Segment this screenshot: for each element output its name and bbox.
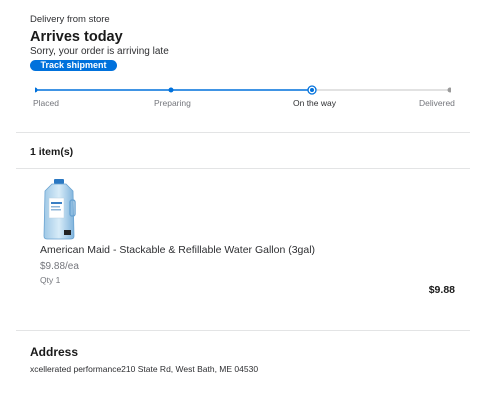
delay-status-message: Sorry, your order is arriving late: [30, 46, 169, 57]
water-jug-image[interactable]: [40, 178, 78, 240]
step-dot-on-the-way-inner: [310, 88, 314, 92]
address-heading: Address: [30, 345, 79, 359]
step-dot-delivered: [447, 87, 451, 93]
product-unit-price: $9.88/ea: [40, 261, 79, 272]
section-divider: [16, 168, 470, 169]
product-name[interactable]: American Maid - Stackable & Refillable W…: [40, 244, 315, 256]
item-count-heading: 1 item(s): [30, 146, 74, 158]
step-label-placed: Placed: [33, 98, 59, 108]
delivery-source-label: Delivery from store: [30, 14, 110, 25]
item-line-total: $9.88: [428, 284, 455, 296]
track-shipment-button[interactable]: Track shipment: [30, 60, 117, 71]
step-label-on-the-way: On the way: [293, 98, 336, 108]
product-quantity: Qty 1: [40, 275, 61, 285]
section-divider: [16, 330, 470, 331]
order-progress-tracker: [35, 85, 451, 95]
step-label-preparing: Preparing: [154, 98, 191, 108]
arrival-heading: Arrives today: [30, 29, 123, 45]
address-text: xcellerated performance210 State Rd, Wes…: [30, 364, 259, 374]
step-label-delivered: Delivered: [419, 98, 455, 108]
section-divider: [16, 132, 470, 133]
step-dot-preparing: [168, 87, 174, 93]
step-dot-placed: [35, 87, 38, 93]
